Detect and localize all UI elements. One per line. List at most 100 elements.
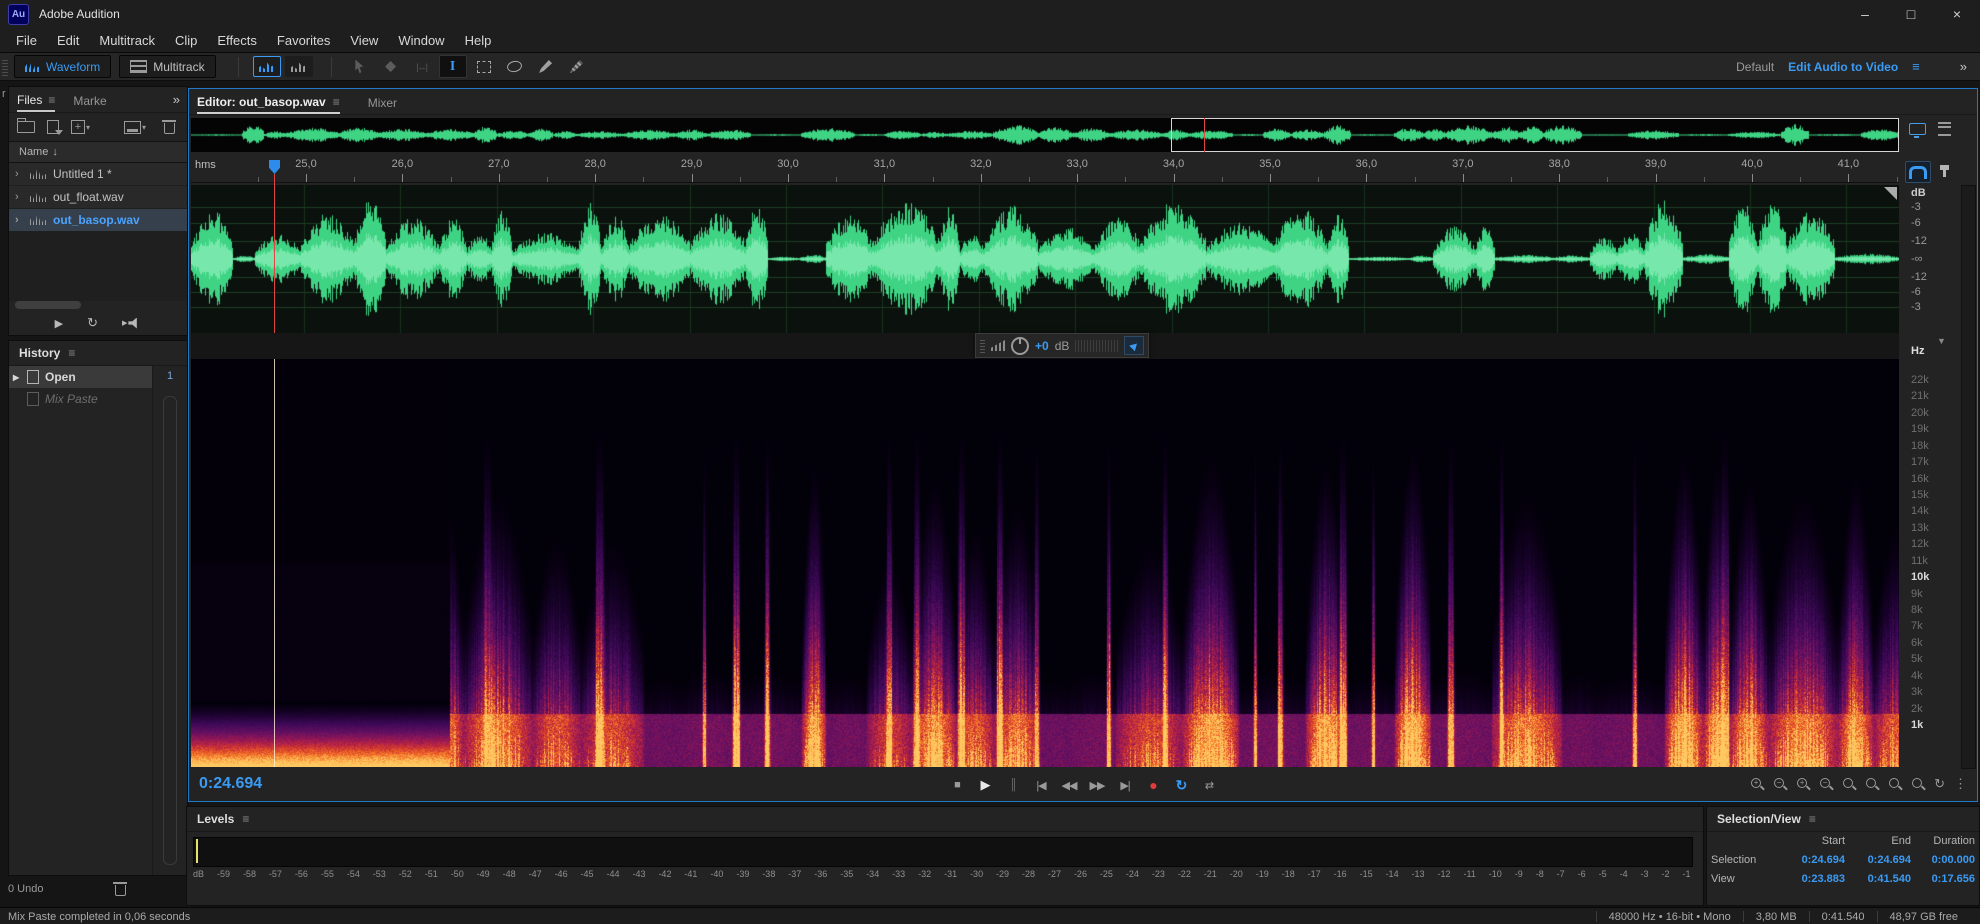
history-item[interactable]: ▶Open <box>9 366 152 388</box>
tab-files[interactable]: Files ≡ <box>17 87 55 112</box>
sv-value[interactable]: 0:23.883 <box>1773 873 1845 885</box>
lasso-selection-tool-button[interactable] <box>501 55 529 78</box>
close-files-trash-icon[interactable] <box>164 123 175 134</box>
file-row[interactable]: ›out_float.wav <box>9 186 187 209</box>
zoom-in-icon[interactable]: + <box>1750 777 1764 792</box>
history-slider-track[interactable] <box>163 396 177 865</box>
expander-icon[interactable]: › <box>15 191 23 203</box>
toolbar-overflow-icon[interactable]: » <box>1960 59 1966 74</box>
menu-file[interactable]: File <box>6 33 47 48</box>
menu-view[interactable]: View <box>340 33 388 48</box>
close-button[interactable]: × <box>1934 0 1980 28</box>
skip-to-start-button[interactable]: |◀ <box>1029 774 1053 796</box>
frequency-ruler[interactable]: Hz22k21k20k19k18k17k16k15k14k13k12k11k10… <box>1901 339 1959 769</box>
workspace-active[interactable]: Edit Audio to Video <box>1788 60 1898 74</box>
zoom-out-icon[interactable]: − <box>1773 777 1787 792</box>
files-panel-overflow-icon[interactable]: » <box>173 92 179 107</box>
skip-selection-button[interactable]: ⇄ <box>1197 774 1221 796</box>
pause-button[interactable]: ║ <box>1001 774 1025 796</box>
sv-value[interactable]: 0:17.656 <box>1911 873 1975 885</box>
workspace-default[interactable]: Default <box>1736 60 1774 74</box>
menu-clip[interactable]: Clip <box>165 33 207 48</box>
gain-hud[interactable]: +0 dB <box>975 333 1149 358</box>
vertical-zoom-scrollbar[interactable] <box>1961 185 1976 769</box>
overview-options-icon[interactable] <box>1938 122 1951 136</box>
file-row[interactable]: ›Untitled 1 * <box>9 163 187 186</box>
files-name-header[interactable]: Name ↓ <box>9 141 187 163</box>
slip-tool-button[interactable]: |↔| <box>408 55 436 78</box>
menu-window[interactable]: Window <box>388 33 454 48</box>
amplitude-ruler[interactable]: dB-3-6-12-∞-12-6-3 <box>1901 185 1959 333</box>
new-file-button[interactable]: ▾ <box>71 120 90 134</box>
levels-panel-menu-icon[interactable]: ≡ <box>242 812 249 826</box>
paintbrush-tool-button[interactable] <box>532 55 560 78</box>
zoom-in-outpoint-icon[interactable]: − <box>1819 777 1833 792</box>
spot-healing-tool-button[interactable] <box>563 55 591 78</box>
razor-tool-button[interactable] <box>377 55 405 78</box>
hud-pin-button[interactable] <box>1124 336 1144 355</box>
maximize-button[interactable]: □ <box>1888 0 1934 28</box>
zoom-selection-icon[interactable] <box>1842 777 1856 792</box>
skip-to-end-button[interactable]: ▶| <box>1113 774 1137 796</box>
expander-icon[interactable]: › <box>15 214 23 226</box>
menu-edit[interactable]: Edit <box>47 33 89 48</box>
insert-into-multitrack-button[interactable]: ▾ <box>102 121 146 134</box>
multitrack-mode-button[interactable]: Multitrack <box>119 55 215 78</box>
overview-timeline[interactable] <box>191 118 1899 152</box>
menu-effects[interactable]: Effects <box>207 33 267 48</box>
clear-history-trash-icon[interactable] <box>115 885 126 896</box>
refresh-zoom-icon[interactable]: ↻ <box>1934 776 1945 792</box>
loop-playback-button[interactable]: ↻ <box>1169 774 1193 796</box>
zoom-options-icon[interactable]: ⋮ <box>1954 776 1967 792</box>
time-display[interactable]: 0:24.694 <box>199 775 262 793</box>
toolbar-grip[interactable] <box>2 58 8 76</box>
menu-favorites[interactable]: Favorites <box>267 33 340 48</box>
view-range-box[interactable] <box>1171 118 1899 152</box>
gain-value[interactable]: +0 <box>1035 339 1049 353</box>
file-row[interactable]: ›out_basop.wav <box>9 209 187 232</box>
snapping-toggle-button[interactable] <box>1905 161 1931 183</box>
sv-value[interactable]: 0:41.540 <box>1845 873 1911 885</box>
add-marker-button[interactable] <box>1932 161 1956 181</box>
workspace-menu-icon[interactable]: ≡ <box>1912 59 1920 74</box>
collapsed-panel-edge[interactable]: r <box>2 88 6 100</box>
open-file-icon[interactable] <box>17 121 35 133</box>
editor-panel-menu-icon[interactable]: ≡ <box>333 95 340 109</box>
files-play-icon[interactable]: ▶ <box>55 317 63 330</box>
files-loop-icon[interactable]: ↻ <box>87 315 98 331</box>
history-panel-menu-icon[interactable]: ≡ <box>68 346 75 360</box>
stop-button[interactable]: ■ <box>945 774 969 796</box>
zoom-vertical-icon[interactable] <box>1911 777 1925 792</box>
spectral-frequency-display[interactable] <box>191 359 1899 767</box>
spectral-view-toggle[interactable] <box>253 56 281 77</box>
tab-mixer[interactable]: Mixer <box>368 89 397 114</box>
zoom-in-inpoint-icon[interactable]: + <box>1796 777 1810 792</box>
files-panel-menu-icon[interactable]: ≡ <box>48 93 55 107</box>
selection-view-menu-icon[interactable]: ≡ <box>1809 812 1816 826</box>
history-item[interactable]: Mix Paste <box>9 388 152 410</box>
hud-grip-icon[interactable] <box>980 338 985 353</box>
tab-editor[interactable]: Editor: out_basop.wav ≡ <box>197 89 340 114</box>
menu-help[interactable]: Help <box>455 33 502 48</box>
play-button[interactable]: ▶ <box>973 774 997 796</box>
sv-value[interactable]: 0:00.000 <box>1911 854 1975 866</box>
import-file-icon[interactable] <box>47 120 59 134</box>
waveform-mode-button[interactable]: Waveform <box>14 55 111 78</box>
spectrogram-canvas[interactable] <box>191 359 1899 767</box>
menu-multitrack[interactable]: Multitrack <box>89 33 165 48</box>
gain-knob-icon[interactable] <box>1011 337 1029 355</box>
sv-value[interactable]: 0:24.694 <box>1845 854 1911 866</box>
time-selection-tool-button[interactable]: I <box>439 55 467 78</box>
corner-grabber-icon[interactable] <box>1884 187 1897 200</box>
waveform-view-toggle[interactable] <box>285 56 313 77</box>
zoom-full-icon[interactable] <box>1865 777 1879 792</box>
video-monitor-icon[interactable] <box>1909 123 1926 135</box>
files-horizontal-scrollbar[interactable] <box>15 301 81 309</box>
move-tool-button[interactable] <box>346 55 374 78</box>
fast-forward-button[interactable]: ▶▶ <box>1085 774 1109 796</box>
timeline-ruler[interactable]: hms 25,026,027,028,029,030,031,032,033,0… <box>191 156 1899 183</box>
rewind-button[interactable]: ◀◀ <box>1057 774 1081 796</box>
minimize-button[interactable]: – <box>1842 0 1888 28</box>
tab-markers[interactable]: Marke <box>73 87 106 112</box>
zoom-horizontal-icon[interactable] <box>1888 777 1902 792</box>
